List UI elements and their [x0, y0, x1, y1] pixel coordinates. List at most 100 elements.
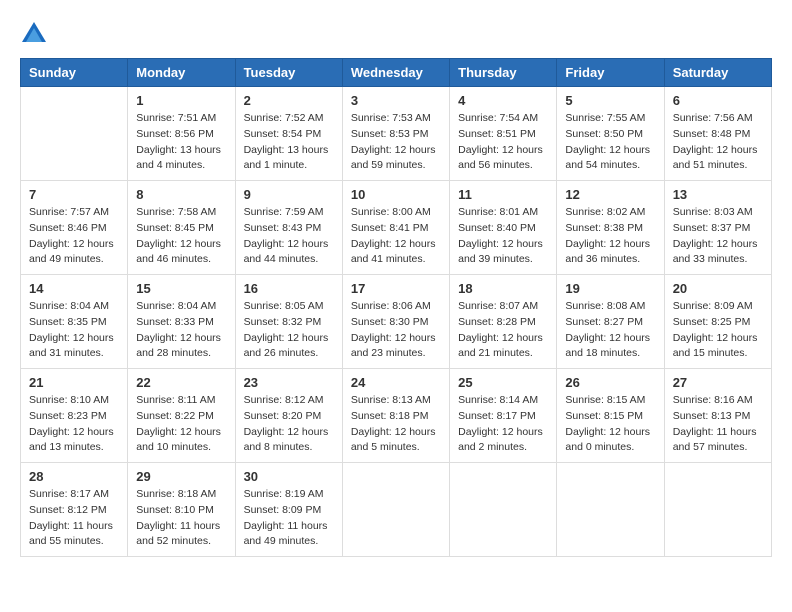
header-sunday: Sunday — [21, 59, 128, 87]
header-monday: Monday — [128, 59, 235, 87]
calendar-cell: 3 Sunrise: 7:53 AM Sunset: 8:53 PM Daylig… — [342, 87, 449, 181]
day-number: 14 — [29, 281, 119, 296]
day-info: Sunrise: 7:52 AM Sunset: 8:54 PM Dayligh… — [244, 111, 334, 174]
day-number: 22 — [136, 375, 226, 390]
day-info: Sunrise: 8:15 AM Sunset: 8:15 PM Dayligh… — [565, 393, 655, 456]
calendar-cell: 5Sunrise: 7:55 AM Sunset: 8:50 PM Daylig… — [557, 87, 664, 181]
header-wednesday: Wednesday — [342, 59, 449, 87]
day-number: 7 — [29, 187, 119, 202]
day-number: 27 — [673, 375, 763, 390]
calendar-cell: 1 Sunrise: 7:51 AM Sunset: 8:56 PM Daylig… — [128, 87, 235, 181]
calendar-cell — [557, 463, 664, 557]
day-info: Sunrise: 7:56 AM Sunset: 8:48 PM Dayligh… — [673, 111, 763, 174]
calendar-cell: 7 Sunrise: 7:57 AM Sunset: 8:46 PM Daylig… — [21, 181, 128, 275]
day-number: 20 — [673, 281, 763, 296]
day-info: Sunrise: 8:19 AM Sunset: 8:09 PM Dayligh… — [244, 487, 334, 550]
day-number: 24 — [351, 375, 441, 390]
day-info: Sunrise: 8:04 AM Sunset: 8:33 PM Dayligh… — [136, 299, 226, 362]
day-info: Sunrise: 8:12 AM Sunset: 8:20 PM Dayligh… — [244, 393, 334, 456]
day-info: Sunrise: 7:51 AM Sunset: 8:56 PM Dayligh… — [136, 111, 226, 174]
day-info: Sunrise: 8:06 AM Sunset: 8:30 PM Dayligh… — [351, 299, 441, 362]
header-friday: Friday — [557, 59, 664, 87]
calendar-cell: 22 Sunrise: 8:11 AM Sunset: 8:22 PM Dayli… — [128, 369, 235, 463]
logo — [20, 20, 52, 48]
week-row-2: 7 Sunrise: 7:57 AM Sunset: 8:46 PM Daylig… — [21, 181, 772, 275]
day-number: 13 — [673, 187, 763, 202]
day-number: 23 — [244, 375, 334, 390]
calendar-cell — [664, 463, 771, 557]
day-info: Sunrise: 7:54 AM Sunset: 8:51 PM Dayligh… — [458, 111, 548, 174]
calendar-cell: 16Sunrise: 8:05 AM Sunset: 8:32 PM Dayli… — [235, 275, 342, 369]
day-info: Sunrise: 8:17 AM Sunset: 8:12 PM Dayligh… — [29, 487, 119, 550]
day-number: 3 — [351, 93, 441, 108]
day-info: Sunrise: 8:16 AM Sunset: 8:13 PM Dayligh… — [673, 393, 763, 456]
calendar-cell: 15 Sunrise: 8:04 AM Sunset: 8:33 PM Dayli… — [128, 275, 235, 369]
calendar-cell: 25 Sunrise: 8:14 AM Sunset: 8:17 PM Dayli… — [450, 369, 557, 463]
day-info: Sunrise: 8:07 AM Sunset: 8:28 PM Dayligh… — [458, 299, 548, 362]
day-info: Sunrise: 7:58 AM Sunset: 8:45 PM Dayligh… — [136, 205, 226, 268]
day-number: 25 — [458, 375, 548, 390]
calendar-header-row: SundayMondayTuesdayWednesdayThursdayFrid… — [21, 59, 772, 87]
day-info: Sunrise: 7:53 AM Sunset: 8:53 PM Dayligh… — [351, 111, 441, 174]
header-tuesday: Tuesday — [235, 59, 342, 87]
day-number: 30 — [244, 469, 334, 484]
calendar-cell: 14 Sunrise: 8:04 AM Sunset: 8:35 PM Dayli… — [21, 275, 128, 369]
day-number: 11 — [458, 187, 548, 202]
calendar-cell: 20 Sunrise: 8:09 AM Sunset: 8:25 PM Dayli… — [664, 275, 771, 369]
calendar-table: SundayMondayTuesdayWednesdayThursdayFrid… — [20, 58, 772, 557]
day-number: 26 — [565, 375, 655, 390]
day-info: Sunrise: 8:11 AM Sunset: 8:22 PM Dayligh… — [136, 393, 226, 456]
day-number: 29 — [136, 469, 226, 484]
header-saturday: Saturday — [664, 59, 771, 87]
calendar-cell: 9Sunrise: 7:59 AM Sunset: 8:43 PM Daylig… — [235, 181, 342, 275]
day-number: 18 — [458, 281, 548, 296]
week-row-3: 14 Sunrise: 8:04 AM Sunset: 8:35 PM Dayli… — [21, 275, 772, 369]
calendar-cell: 2Sunrise: 7:52 AM Sunset: 8:54 PM Daylig… — [235, 87, 342, 181]
calendar-cell: 4 Sunrise: 7:54 AM Sunset: 8:51 PM Daylig… — [450, 87, 557, 181]
day-info: Sunrise: 8:08 AM Sunset: 8:27 PM Dayligh… — [565, 299, 655, 362]
calendar-cell: 17 Sunrise: 8:06 AM Sunset: 8:30 PM Dayli… — [342, 275, 449, 369]
day-info: Sunrise: 7:57 AM Sunset: 8:46 PM Dayligh… — [29, 205, 119, 268]
calendar-cell: 12 Sunrise: 8:02 AM Sunset: 8:38 PM Dayli… — [557, 181, 664, 275]
day-info: Sunrise: 7:59 AM Sunset: 8:43 PM Dayligh… — [244, 205, 334, 268]
logo-icon — [20, 20, 48, 48]
day-info: Sunrise: 8:14 AM Sunset: 8:17 PM Dayligh… — [458, 393, 548, 456]
day-number: 17 — [351, 281, 441, 296]
day-number: 1 — [136, 93, 226, 108]
calendar-cell: 30 Sunrise: 8:19 AM Sunset: 8:09 PM Dayli… — [235, 463, 342, 557]
calendar-cell: 18 Sunrise: 8:07 AM Sunset: 8:28 PM Dayli… — [450, 275, 557, 369]
day-number: 6 — [673, 93, 763, 108]
week-row-5: 28 Sunrise: 8:17 AM Sunset: 8:12 PM Dayli… — [21, 463, 772, 557]
calendar-cell — [21, 87, 128, 181]
day-number: 12 — [565, 187, 655, 202]
calendar-cell: 26 Sunrise: 8:15 AM Sunset: 8:15 PM Dayli… — [557, 369, 664, 463]
calendar-cell: 24 Sunrise: 8:13 AM Sunset: 8:18 PM Dayli… — [342, 369, 449, 463]
day-number: 4 — [458, 93, 548, 108]
day-info: Sunrise: 8:00 AM Sunset: 8:41 PM Dayligh… — [351, 205, 441, 268]
header-thursday: Thursday — [450, 59, 557, 87]
calendar-cell: 10Sunrise: 8:00 AM Sunset: 8:41 PM Dayli… — [342, 181, 449, 275]
day-number: 21 — [29, 375, 119, 390]
calendar-cell: 23 Sunrise: 8:12 AM Sunset: 8:20 PM Dayli… — [235, 369, 342, 463]
day-info: Sunrise: 8:01 AM Sunset: 8:40 PM Dayligh… — [458, 205, 548, 268]
calendar-cell: 6 Sunrise: 7:56 AM Sunset: 8:48 PM Daylig… — [664, 87, 771, 181]
day-number: 28 — [29, 469, 119, 484]
day-info: Sunrise: 8:04 AM Sunset: 8:35 PM Dayligh… — [29, 299, 119, 362]
calendar-cell: 27 Sunrise: 8:16 AM Sunset: 8:13 PM Dayli… — [664, 369, 771, 463]
page-header — [20, 20, 772, 48]
calendar-cell: 29Sunrise: 8:18 AM Sunset: 8:10 PM Dayli… — [128, 463, 235, 557]
calendar-cell: 28 Sunrise: 8:17 AM Sunset: 8:12 PM Dayli… — [21, 463, 128, 557]
calendar-cell: 19Sunrise: 8:08 AM Sunset: 8:27 PM Dayli… — [557, 275, 664, 369]
day-info: Sunrise: 7:55 AM Sunset: 8:50 PM Dayligh… — [565, 111, 655, 174]
day-info: Sunrise: 8:10 AM Sunset: 8:23 PM Dayligh… — [29, 393, 119, 456]
day-info: Sunrise: 8:02 AM Sunset: 8:38 PM Dayligh… — [565, 205, 655, 268]
day-number: 15 — [136, 281, 226, 296]
day-number: 8 — [136, 187, 226, 202]
day-info: Sunrise: 8:13 AM Sunset: 8:18 PM Dayligh… — [351, 393, 441, 456]
day-info: Sunrise: 8:03 AM Sunset: 8:37 PM Dayligh… — [673, 205, 763, 268]
calendar-cell — [342, 463, 449, 557]
day-number: 16 — [244, 281, 334, 296]
calendar-cell: 8 Sunrise: 7:58 AM Sunset: 8:45 PM Daylig… — [128, 181, 235, 275]
calendar-cell: 11 Sunrise: 8:01 AM Sunset: 8:40 PM Dayli… — [450, 181, 557, 275]
day-info: Sunrise: 8:09 AM Sunset: 8:25 PM Dayligh… — [673, 299, 763, 362]
